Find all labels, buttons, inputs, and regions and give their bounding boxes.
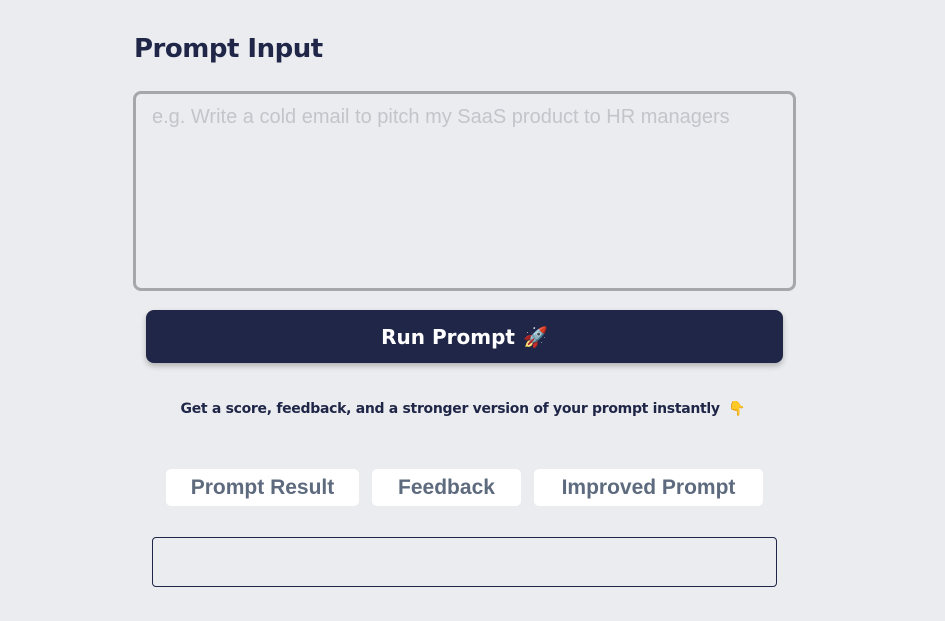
output-panel[interactable] <box>152 537 777 587</box>
pointing-down-icon: 👇 <box>728 401 746 417</box>
tab-feedback[interactable]: Feedback <box>372 469 521 506</box>
page-title: Prompt Input <box>134 34 323 64</box>
subtitle: Get a score, feedback, and a stronger ve… <box>0 401 926 417</box>
tab-improved-prompt[interactable]: Improved Prompt <box>534 469 763 506</box>
tab-prompt-result[interactable]: Prompt Result <box>166 469 359 506</box>
prompt-input[interactable] <box>133 91 796 291</box>
run-prompt-label: Run Prompt <box>381 324 515 349</box>
subtitle-text: Get a score, feedback, and a stronger ve… <box>180 401 721 417</box>
result-tabs: Prompt Result Feedback Improved Prompt <box>0 469 945 506</box>
rocket-icon: 🚀 <box>522 324 548 349</box>
run-prompt-button[interactable]: Run Prompt 🚀 <box>146 310 783 363</box>
page: Prompt Input Run Prompt 🚀 Get a score, f… <box>0 0 945 621</box>
